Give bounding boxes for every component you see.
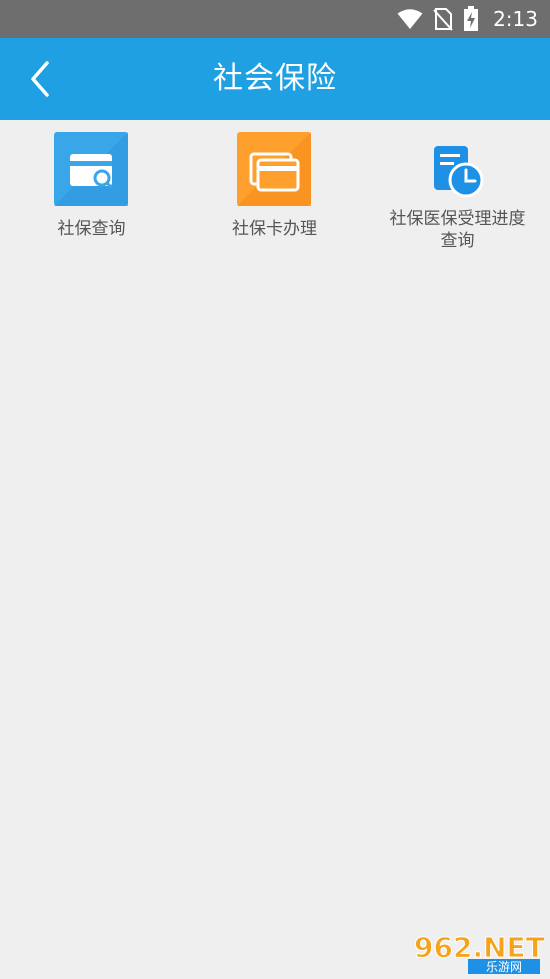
watermark-logo: 962.NET 乐游网 xyxy=(410,927,545,975)
service-grid: 社保查询 社保卡办理 社保医保受理进度 查询 xyxy=(0,120,550,270)
cards-stack-icon xyxy=(237,132,311,206)
menu-item-label: 社保卡办理 xyxy=(232,219,317,239)
watermark-graphic: 962.NET 乐游网 xyxy=(414,931,545,974)
no-sim-icon xyxy=(433,8,453,31)
menu-item-social-security-query[interactable]: 社保查询 xyxy=(0,120,183,270)
document-clock-icon xyxy=(434,146,484,198)
menu-item-label: 社保医保受理进度 xyxy=(389,209,526,229)
chevron-left-icon xyxy=(31,61,49,97)
wifi-icon xyxy=(397,9,423,29)
menu-item-card-application[interactable]: 社保卡办理 xyxy=(183,120,366,270)
menu-item-label-line2: 查询 xyxy=(440,231,475,251)
page-title: 社会保险 xyxy=(213,61,337,96)
card-search-icon xyxy=(54,132,128,206)
menu-item-label: 社保查询 xyxy=(57,219,126,239)
watermark-text-bottom: 乐游网 xyxy=(486,960,522,974)
battery-charging-icon xyxy=(464,6,479,31)
menu-item-progress-query[interactable]: 社保医保受理进度 查询 xyxy=(366,120,549,270)
app-bar: 社会保险 xyxy=(0,38,550,120)
status-time: 2:13 xyxy=(493,7,538,31)
status-bar: 2:13 xyxy=(0,0,550,38)
back-button[interactable] xyxy=(18,56,62,102)
status-icons: 2:13 xyxy=(397,0,538,38)
